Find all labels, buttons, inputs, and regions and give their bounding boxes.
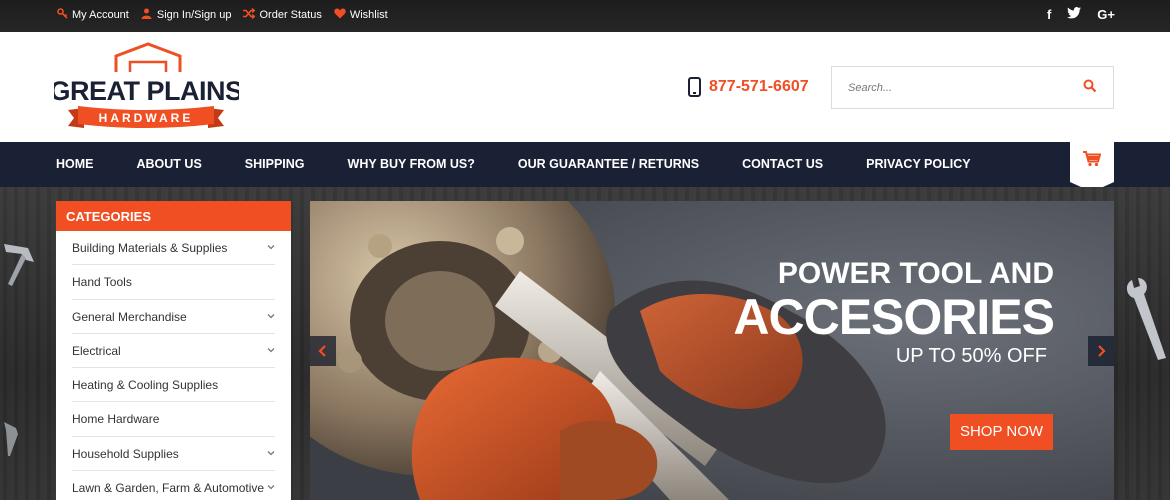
google-plus-icon[interactable]: G+: [1097, 7, 1115, 22]
category-item[interactable]: Home Hardware: [72, 402, 275, 437]
svg-text:GREAT PLAINS: GREAT PLAINS: [54, 76, 239, 106]
order-status-link[interactable]: Order Status: [243, 7, 322, 22]
search-input[interactable]: [832, 67, 1072, 108]
chevron-down-icon: [267, 485, 275, 490]
slider-next-button[interactable]: [1088, 336, 1114, 366]
category-item[interactable]: Heating & Cooling Supplies: [72, 368, 275, 403]
phone-contact[interactable]: 877-571-6607: [688, 77, 809, 97]
cart-button[interactable]: [1070, 142, 1114, 192]
nav-contact-us[interactable]: CONTACT US: [742, 157, 823, 171]
category-label: Electrical: [72, 343, 121, 358]
category-item[interactable]: General Merchandise: [72, 300, 275, 334]
categories-title: CATEGORIES: [56, 201, 291, 231]
phone-icon: [688, 77, 701, 97]
shop-now-button[interactable]: SHOP NOW: [950, 414, 1053, 450]
category-label: Lawn & Garden, Farm & Automotive: [72, 481, 265, 496]
sign-in-link[interactable]: Sign In/Sign up: [141, 8, 232, 22]
search-icon[interactable]: [1083, 79, 1105, 97]
wishlist-label: Wishlist: [349, 9, 388, 21]
facebook-icon[interactable]: f: [1047, 7, 1051, 22]
category-item[interactable]: Hand Tools: [72, 265, 275, 300]
my-account-link[interactable]: My Account: [56, 8, 129, 22]
order-status-label: Order Status: [259, 9, 322, 21]
slider-prev-button[interactable]: [310, 336, 336, 366]
category-item[interactable]: Household Supplies: [72, 437, 275, 472]
cart-icon: [1083, 151, 1101, 167]
site-logo[interactable]: GREAT PLAINS HARDWARE: [49, 42, 243, 134]
nav-privacy-policy[interactable]: PRIVACY POLICY: [866, 157, 970, 171]
search-box: [831, 66, 1114, 109]
phone-number: 877-571-6607: [709, 78, 809, 95]
top-bar: My Account Sign In/Sign up Order Status …: [0, 0, 1170, 32]
site-header: GREAT PLAINS HARDWARE 877-571-6607: [0, 32, 1170, 142]
hero-title: ACCESORIES: [733, 289, 1055, 345]
category-item[interactable]: Electrical: [72, 334, 275, 369]
hammer-icon: [4, 244, 34, 286]
category-item[interactable]: Lawn & Garden, Farm & Automotive: [72, 471, 275, 500]
hero-slider: POWER TOOL AND ACCESORIES UP TO 50% OFF …: [310, 201, 1114, 500]
category-label: Heating & Cooling Supplies: [72, 378, 219, 393]
nav-about-us[interactable]: ABOUT US: [137, 157, 202, 171]
category-label: Home Hardware: [72, 412, 160, 427]
wishlist-link[interactable]: Wishlist: [334, 8, 388, 22]
category-label: General Merchandise: [72, 309, 187, 324]
svg-text:HARDWARE: HARDWARE: [99, 111, 194, 125]
category-label: Household Supplies: [72, 446, 179, 461]
main-nav: HOME ABOUT US SHIPPING WHY BUY FROM US? …: [0, 142, 1170, 187]
chevron-left-icon: [318, 345, 326, 357]
chevron-right-icon: [1098, 345, 1106, 357]
category-item[interactable]: Building Materials & Supplies: [72, 231, 275, 266]
screw-icon: [4, 422, 18, 456]
shuffle-icon: [243, 7, 257, 22]
nav-home[interactable]: HOME: [56, 157, 94, 171]
sign-in-label: Sign In/Sign up: [156, 9, 232, 21]
social-links: f G+: [1031, 7, 1115, 22]
category-label: Hand Tools: [72, 275, 132, 290]
nav-guarantee-returns[interactable]: OUR GUARANTEE / RETURNS: [518, 157, 699, 171]
account-links: My Account Sign In/Sign up Order Status …: [56, 7, 400, 22]
heart-icon: [334, 8, 346, 22]
chevron-down-icon: [267, 313, 275, 319]
wrench-icon: [1126, 278, 1166, 360]
hero-subtitle: UP TO 50% OFF: [895, 345, 1047, 367]
user-icon: [141, 8, 153, 22]
chevron-down-icon: [267, 450, 275, 456]
categories-panel: CATEGORIES Building Materials & Supplies…: [56, 201, 291, 500]
nav-why-buy[interactable]: WHY BUY FROM US?: [348, 157, 475, 171]
chevron-down-icon: [267, 347, 275, 353]
hero-headline: POWER TOOL AND: [777, 257, 1054, 290]
twitter-icon[interactable]: [1067, 7, 1082, 22]
category-label: Building Materials & Supplies: [72, 241, 228, 255]
key-icon: [56, 8, 68, 22]
chevron-down-icon: [267, 245, 275, 250]
my-account-label: My Account: [72, 9, 129, 21]
nav-shipping[interactable]: SHIPPING: [245, 157, 305, 171]
